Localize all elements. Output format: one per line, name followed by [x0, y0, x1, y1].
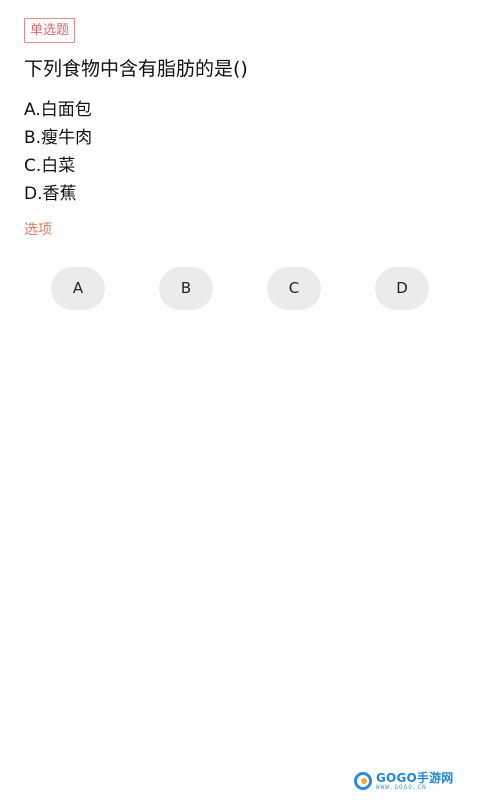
answer-button-row: A B C D: [0, 267, 480, 311]
option-c: C.白菜: [24, 156, 76, 176]
watermark: GOGO手游网 WWW.GOGO.CN: [354, 770, 453, 792]
answer-button-b[interactable]: B: [159, 267, 213, 310]
answer-button-d[interactable]: D: [375, 267, 429, 310]
question-text: 下列食物中含有脂肪的是(): [24, 58, 248, 80]
quiz-page: 单选题 下列食物中含有脂肪的是() A.白面包 B.瘦牛肉 C.白菜 D.香蕉 …: [0, 0, 480, 800]
option-a: A.白面包: [24, 100, 92, 120]
answer-section-label: 选项: [24, 222, 52, 238]
option-d: D.香蕉: [24, 184, 77, 204]
option-list: A.白面包 B.瘦牛肉 C.白菜 D.香蕉: [24, 98, 92, 210]
answer-button-a[interactable]: A: [51, 267, 105, 310]
gogo-logo-icon: [354, 772, 372, 790]
option-b: B.瘦牛肉: [24, 128, 93, 148]
watermark-url: WWW.GOGO.CN: [376, 784, 427, 791]
answer-button-c[interactable]: C: [267, 267, 321, 310]
question-type-badge: 单选题: [24, 18, 76, 43]
